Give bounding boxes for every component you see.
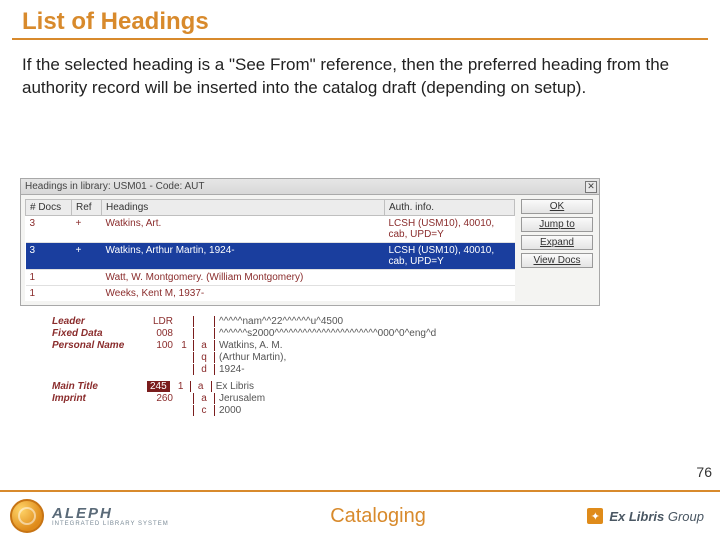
field-value: Jerusalem bbox=[219, 393, 265, 404]
page-number: 76 bbox=[696, 464, 712, 480]
record-field: Fixed Data 008 ^^^^^^s2000^^^^^^^^^^^^^^… bbox=[52, 328, 682, 339]
field-label: Main Title bbox=[52, 381, 147, 392]
window-title: Headings in library: USM01 - Code: AUT bbox=[25, 181, 205, 192]
col-auth[interactable]: Auth. info. bbox=[385, 200, 515, 216]
button-column: OK Jump to Expand View Docs bbox=[519, 195, 599, 305]
cell-ref bbox=[72, 270, 102, 286]
field-value: 2000 bbox=[219, 405, 241, 416]
record-field: Personal Name 100 1 a Watkins, A. M. bbox=[52, 340, 682, 351]
field-label: Fixed Data bbox=[52, 328, 147, 339]
cell-heading: Watt, W. Montgomery. (William Montgomery… bbox=[102, 270, 385, 286]
footer-title: Cataloging bbox=[169, 505, 588, 528]
cell-auth bbox=[385, 286, 515, 302]
field-tag: LDR bbox=[147, 316, 179, 327]
col-headings[interactable]: Headings bbox=[102, 200, 385, 216]
headings-table: # Docs Ref Headings Auth. info. 3 + Watk… bbox=[25, 199, 515, 301]
cell-ref bbox=[72, 286, 102, 302]
record-editor: Leader LDR ^^^^^nam^^22^^^^^^u^4500 Fixe… bbox=[52, 316, 682, 417]
record-field: Imprint 260 a Jerusalem bbox=[52, 393, 682, 404]
record-field: c 2000 bbox=[52, 405, 682, 416]
cell-ref: + bbox=[72, 216, 102, 243]
cell-ref: + bbox=[72, 243, 102, 270]
cell-docs: 1 bbox=[26, 270, 72, 286]
window-titlebar: Headings in library: USM01 - Code: AUT ✕ bbox=[21, 179, 599, 195]
cell-docs: 1 bbox=[26, 286, 72, 302]
cell-auth: LCSH (USM10), 40010, cab, UPD=Y bbox=[385, 216, 515, 243]
exlibris-star-icon bbox=[587, 508, 603, 524]
field-value: ^^^^^nam^^22^^^^^^u^4500 bbox=[219, 316, 343, 327]
footer: ALEPH INTEGRATED LIBRARY SYSTEM Catalogi… bbox=[0, 490, 720, 540]
cell-docs: 3 bbox=[26, 216, 72, 243]
body-paragraph: If the selected heading is a "See From" … bbox=[0, 40, 720, 100]
field-subfield: a bbox=[198, 393, 210, 404]
field-value: 1924- bbox=[219, 364, 245, 375]
cell-auth: LCSH (USM10), 40010, cab, UPD=Y bbox=[385, 243, 515, 270]
aleph-orb-icon bbox=[10, 499, 44, 533]
field-subfield: a bbox=[198, 340, 210, 351]
field-value: Watkins, A. M. bbox=[219, 340, 283, 351]
record-field: Leader LDR ^^^^^nam^^22^^^^^^u^4500 bbox=[52, 316, 682, 327]
field-tag: 245 bbox=[147, 381, 170, 392]
col-docs[interactable]: # Docs bbox=[26, 200, 72, 216]
col-ref[interactable]: Ref bbox=[72, 200, 102, 216]
field-tag: 100 bbox=[147, 340, 179, 351]
record-field: d 1924- bbox=[52, 364, 682, 375]
aleph-tagline: INTEGRATED LIBRARY SYSTEM bbox=[52, 521, 169, 527]
aleph-brand: ALEPH bbox=[52, 506, 169, 521]
field-subfield: d bbox=[198, 364, 210, 375]
cell-heading: Watkins, Arthur Martin, 1924- bbox=[102, 243, 385, 270]
field-tag: 260 bbox=[147, 393, 179, 404]
cell-auth bbox=[385, 270, 515, 286]
cell-heading: Watkins, Art. bbox=[102, 216, 385, 243]
table-row[interactable]: 3 + Watkins, Arthur Martin, 1924- LCSH (… bbox=[26, 243, 515, 270]
table-row[interactable]: 1 Weeks, Kent M, 1937- bbox=[26, 286, 515, 302]
field-label: Leader bbox=[52, 316, 147, 327]
field-subfield: a bbox=[195, 381, 207, 392]
field-subfield: q bbox=[198, 352, 210, 363]
close-icon[interactable]: ✕ bbox=[585, 181, 597, 193]
field-subfield: c bbox=[198, 405, 210, 416]
record-field: q (Arthur Martin), bbox=[52, 352, 682, 363]
field-value: (Arthur Martin), bbox=[219, 352, 286, 363]
exlibris-logo: Ex Libris Group bbox=[587, 508, 720, 524]
expand-button[interactable]: Expand bbox=[521, 235, 593, 250]
record-field: Main Title 245 1 a Ex Libris bbox=[52, 381, 682, 392]
headings-window: Headings in library: USM01 - Code: AUT ✕… bbox=[20, 178, 600, 306]
field-label: Imprint bbox=[52, 393, 147, 404]
aleph-logo: ALEPH INTEGRATED LIBRARY SYSTEM bbox=[0, 499, 169, 533]
cell-heading: Weeks, Kent M, 1937- bbox=[102, 286, 385, 302]
table-row[interactable]: 3 + Watkins, Art. LCSH (USM10), 40010, c… bbox=[26, 216, 515, 243]
slide-title: List of Headings bbox=[0, 0, 720, 38]
ok-button[interactable]: OK bbox=[521, 199, 593, 214]
field-value: Ex Libris bbox=[216, 381, 254, 392]
cell-docs: 3 bbox=[26, 243, 72, 270]
field-indicator: 1 bbox=[179, 340, 189, 351]
table-row[interactable]: 1 Watt, W. Montgomery. (William Montgome… bbox=[26, 270, 515, 286]
field-label: Personal Name bbox=[52, 340, 147, 351]
jump-to-button[interactable]: Jump to bbox=[521, 217, 593, 232]
field-value: ^^^^^^s2000^^^^^^^^^^^^^^^^^^^^^^000^0^e… bbox=[219, 328, 436, 339]
exlibris-text: Ex Libris Group bbox=[609, 509, 704, 524]
view-docs-button[interactable]: View Docs bbox=[521, 253, 593, 268]
field-indicator: 1 bbox=[176, 381, 186, 392]
field-tag: 008 bbox=[147, 328, 179, 339]
